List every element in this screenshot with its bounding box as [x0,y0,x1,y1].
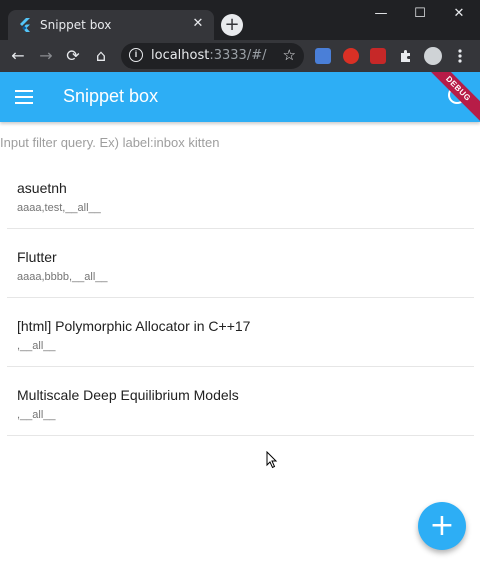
translate-extension-icon[interactable] [315,48,331,64]
snippet-labels: aaaa,bbbb,__all__ [17,271,108,283]
list-item[interactable]: Flutter aaaa,bbbb,__all__ [7,229,474,298]
forward-button[interactable]: → [36,46,56,66]
extensions-puzzle-icon[interactable] [398,48,414,64]
back-button[interactable]: ← [8,46,28,66]
browser-toolbar: ← → ⟳ ⌂ i localhost:3333/#/ ☆ [0,40,480,72]
filter-input[interactable] [0,135,460,150]
browser-titlebar: Snippet box ✕ + — ☐ ✕ [0,0,480,40]
info-icon[interactable]: i [129,48,143,62]
address-bar[interactable]: i localhost:3333/#/ ☆ [121,43,304,69]
minimize-button[interactable]: — [366,4,396,24]
profile-avatar[interactable] [424,47,442,65]
add-snippet-button[interactable]: + [418,502,466,550]
filter-field [0,134,480,152]
snippet-labels: ,__all__ [17,340,56,352]
snippet-title: asuetnh [17,180,67,196]
snippet-labels: aaaa,test,__all__ [17,202,101,214]
url-host: localhost [151,48,210,63]
adblock-extension-icon[interactable] [343,48,359,64]
snippet-title: [html] Polymorphic Allocator in C++17 [17,318,251,334]
more-menu-icon[interactable] [454,48,466,64]
maximize-button[interactable]: ☐ [405,4,435,24]
mouse-cursor-icon [266,451,278,469]
new-tab-button[interactable]: + [221,14,243,36]
home-button[interactable]: ⌂ [91,46,111,66]
red-extension-icon[interactable] [370,48,386,64]
url-path: :3333/#/ [209,48,267,63]
close-window-button[interactable]: ✕ [444,4,474,24]
app-bar: Snippet box DEBUG [0,72,480,122]
url-text: localhost:3333/#/ [151,48,266,63]
list-item[interactable]: Multiscale Deep Equilibrium Models ,__al… [7,367,474,436]
browser-tab[interactable]: Snippet box ✕ [8,10,214,40]
list-item[interactable]: asuetnh aaaa,test,__all__ [7,160,474,229]
snippet-list: asuetnh aaaa,test,__all__ Flutter aaaa,b… [7,160,474,436]
menu-icon[interactable] [15,90,33,104]
page-title: Snippet box [63,86,159,106]
snippet-title: Flutter [17,249,57,265]
bookmark-star-icon[interactable]: ☆ [283,46,296,64]
list-item[interactable]: [html] Polymorphic Allocator in C++17 ,_… [7,298,474,367]
snippet-labels: ,__all__ [17,409,56,421]
flutter-logo-icon [20,18,30,32]
reload-button[interactable]: ⟳ [63,46,83,66]
tab-close-icon[interactable]: ✕ [190,16,206,32]
tab-title: Snippet box [40,18,112,32]
snippet-title: Multiscale Deep Equilibrium Models [17,387,239,403]
